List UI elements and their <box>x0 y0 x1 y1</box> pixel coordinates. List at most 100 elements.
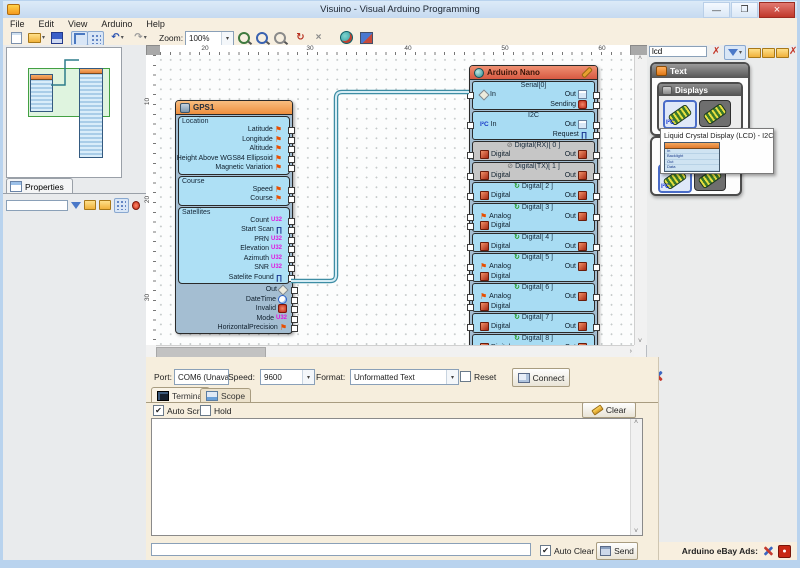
minimap-wire <box>7 48 121 177</box>
terminal-scrollbar[interactable]: ˄ ˅ <box>630 419 642 535</box>
component-lcd-button[interactable] <box>699 100 731 127</box>
palette-new-folder-icon[interactable] <box>748 48 761 58</box>
palette-group-header[interactable]: Displays <box>659 84 741 96</box>
grid-toggle-button[interactable] <box>87 31 104 46</box>
clear-button[interactable]: Clear <box>582 402 636 418</box>
clear-label: Clear <box>606 405 626 415</box>
connect-button[interactable]: Connect <box>512 368 570 387</box>
palette-close-icon[interactable]: ✗ <box>789 46 797 57</box>
canvas-vertical-scrollbar[interactable]: ˄ ˅ <box>634 55 647 345</box>
component-lcd-i2c-button[interactable]: I²C <box>663 100 697 129</box>
connection-wire[interactable] <box>156 55 634 345</box>
scroll-up-icon[interactable]: ˄ <box>638 55 642 62</box>
title-bar[interactable]: Visuino - Visual Arduino Programming — ❐… <box>3 1 797 18</box>
redo-button[interactable]: ↷▾ <box>130 31 151 44</box>
menu-arduino[interactable]: Arduino <box>94 19 139 29</box>
terminal-scroll-down-icon[interactable]: ˅ <box>634 528 638 535</box>
window-title: Visuino - Visual Arduino Programming <box>3 4 797 15</box>
minimap[interactable] <box>6 47 122 178</box>
component-search-input[interactable] <box>649 46 707 57</box>
hold-label: Hold <box>214 406 231 416</box>
media-button[interactable] <box>359 31 374 44</box>
zoom-in-button[interactable] <box>236 31 251 44</box>
zoom-reset-button[interactable] <box>272 31 287 44</box>
connect-label: Connect <box>533 373 565 383</box>
palette-folder-icon[interactable] <box>776 48 789 58</box>
tooltip-text: Liquid Crystal Display (LCD) - I2C <box>661 129 773 140</box>
menu-file[interactable]: File <box>3 19 32 29</box>
undo-button[interactable]: ↶▾ <box>107 31 128 44</box>
palette-filter-button[interactable]: ▾ <box>724 45 746 60</box>
menu-bar: File Edit View Arduino Help <box>3 18 797 30</box>
lcd-display-icon-2 <box>703 102 728 124</box>
palette-open-folder-icon[interactable] <box>762 48 775 58</box>
i2c-badge: I²C <box>666 119 675 126</box>
web-button[interactable] <box>339 31 354 44</box>
new-project-button[interactable] <box>9 31 24 44</box>
h-ruler-label-30: 30 <box>306 45 313 52</box>
scope-icon <box>206 391 218 401</box>
collapse-all-icon[interactable] <box>99 200 111 210</box>
port-combobox[interactable]: COM6 (Unava▾ <box>174 369 229 385</box>
zoom-value: 100% <box>189 34 209 43</box>
filter-icon[interactable] <box>71 202 81 209</box>
h-ruler-label-50: 50 <box>501 45 508 52</box>
format-value: Unformatted Text <box>354 373 415 382</box>
maximize-button[interactable]: ❐ <box>731 2 758 18</box>
ads-close-icon[interactable]: ● <box>778 545 791 558</box>
menu-view[interactable]: View <box>61 19 94 29</box>
palette-category-title: Text <box>670 66 687 76</box>
open-project-button[interactable]: ▾ <box>26 31 47 44</box>
port-value: COM6 (Unava <box>178 373 229 382</box>
main-toolbar: ▾ ↶▾ ↷▾ Zoom: 100% ▾ ↻ × <box>3 30 797 46</box>
auto-clear-row[interactable]: ✔ Auto Clear <box>540 545 594 556</box>
terminal-scroll-up-icon[interactable]: ˄ <box>634 419 638 426</box>
menu-edit[interactable]: Edit <box>32 19 62 29</box>
snap-toggle-button[interactable] <box>71 31 88 46</box>
speed-combobox[interactable]: 9600▾ <box>260 369 315 385</box>
tab-properties[interactable]: Properties <box>6 178 73 194</box>
save-project-button[interactable] <box>49 31 64 44</box>
panel-layout-icon <box>116 200 126 210</box>
component-palette-panel: ✗ ▾ ✗ Text Displays I²C I²C <box>647 45 797 560</box>
minimize-button[interactable]: — <box>703 2 730 18</box>
scroll-right-icon[interactable]: › <box>630 348 632 355</box>
expand-all-icon[interactable] <box>84 200 96 210</box>
hold-row[interactable]: Hold <box>200 405 231 416</box>
palette-category-header[interactable]: Text <box>652 64 748 78</box>
panel-layout-button[interactable] <box>114 198 129 213</box>
refresh-button[interactable]: ↻ <box>293 31 308 44</box>
clear-search-icon[interactable]: ✗ <box>712 46 720 57</box>
zoom-out-button[interactable] <box>254 31 269 44</box>
properties-divider <box>3 193 146 194</box>
terminal-output[interactable]: ˄ ˅ <box>151 418 643 536</box>
close-button[interactable]: × <box>759 2 795 18</box>
zoom-dropdown-arrow[interactable]: ▾ <box>221 32 233 45</box>
delete-icon: × <box>316 32 322 43</box>
tab-scope[interactable]: Scope <box>200 388 251 403</box>
palette-category-text: Text Displays I²C <box>650 62 750 136</box>
format-combobox[interactable]: Unformatted Text▾ <box>350 369 459 385</box>
palette-group-displays: Displays I²C <box>657 82 743 132</box>
zoom-reset-icon <box>274 32 286 44</box>
menu-help[interactable]: Help <box>139 19 172 29</box>
zoom-combobox[interactable]: 100% ▾ <box>185 31 234 46</box>
pin-panel-icon[interactable] <box>132 201 140 210</box>
zoom-label: Zoom: <box>159 33 183 43</box>
auto-scroll-checkbox[interactable]: ✔ <box>153 405 164 416</box>
open-folder-icon <box>28 33 41 43</box>
auto-clear-checkbox[interactable]: ✔ <box>540 545 551 556</box>
hold-checkbox[interactable] <box>200 405 211 416</box>
reset-checkbox[interactable] <box>460 371 471 382</box>
properties-filter-input[interactable] <box>6 200 68 211</box>
ads-tools-icon[interactable] <box>763 546 774 557</box>
image-icon <box>360 32 373 44</box>
h-ruler-label-60: 60 <box>598 45 605 52</box>
send-button[interactable]: Send <box>596 542 638 560</box>
delete-button[interactable]: × <box>311 31 326 44</box>
scroll-down-icon[interactable]: ˅ <box>638 338 642 345</box>
reset-checkbox-row[interactable]: Reset <box>460 371 496 382</box>
canvas-grid[interactable]: GPS1LocationLatitude⚑Longitude⚑Altitude⚑… <box>156 55 634 345</box>
send-label: Send <box>614 546 634 556</box>
send-input[interactable] <box>151 543 531 556</box>
